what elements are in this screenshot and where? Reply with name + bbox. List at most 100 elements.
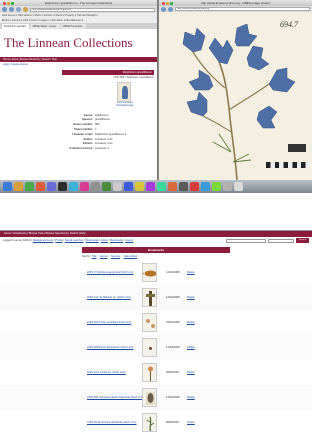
tab-delphinium[interactable]: Delphinium grandifl...: [2, 24, 30, 29]
sort-controls: Sort by: Title| Genus| Species| Date add…: [82, 255, 138, 258]
bookmark-title-link[interactable]: LINN 591 Cyprinus carpio fragments (Fish…: [87, 396, 144, 399]
bookmark-thumbnail[interactable]: [142, 363, 157, 382]
page-gap: [0, 193, 312, 230]
bookmarks-link[interactable]: Bookmarks: [86, 239, 99, 242]
back-icon[interactable]: [161, 6, 166, 12]
bookmark-title-link[interactable]: LINN 2093 Acer hyracancum (Ins Linn): [87, 346, 133, 349]
bookmark-title-link[interactable]: LINN 414.4a Silicium sp. (Herb Linn): [87, 296, 131, 299]
logout-link[interactable]: Logout: [125, 239, 133, 242]
delete-link[interactable]: Delete: [187, 396, 195, 399]
manage-accounts-link[interactable]: Manage accounts: [33, 239, 53, 242]
browser-toolbar: http://www.linnean-online.org/6353/: [0, 6, 157, 13]
bookmark-row: LINN 09.33 Justicia adhatoda (Herb Linn)…: [0, 410, 312, 432]
tab-oboe-slides[interactable]: OBOE Slides - Goog...: [30, 24, 60, 29]
sort-species-link[interactable]: Species: [111, 255, 120, 258]
dock-app-icon[interactable]: [102, 182, 111, 191]
bookmark-title-link[interactable]: LINN 09.33 Justicia adhatoda (Herb Linn): [87, 421, 136, 424]
dock-app-icon[interactable]: [201, 182, 210, 191]
image-viewer-window: http://www.linnean-online.org - OBES Ima…: [158, 0, 312, 180]
delphinium-specimen-image[interactable]: [159, 12, 312, 180]
bookmark-thumbnail[interactable]: [142, 313, 157, 332]
dock-app-icon[interactable]: [223, 182, 232, 191]
back-icon[interactable]: [2, 7, 7, 12]
sheet-number: 694.7: [280, 20, 298, 29]
search-scope-select[interactable]: [268, 238, 294, 243]
mac-dock: [0, 180, 312, 193]
url-field[interactable]: http://www.linnean-online.org/6353/: [30, 7, 155, 12]
sort-label: Sort by:: [82, 255, 91, 258]
sort-date-link[interactable]: Date added: [124, 255, 137, 258]
bookmark-thumbnail[interactable]: [142, 388, 157, 407]
plant-thumbnail-icon: [146, 319, 155, 328]
dock-app-icon[interactable]: [135, 182, 144, 191]
tab-oboe-presentation[interactable]: OBOE Presentati...: [60, 24, 86, 29]
specimen-thumbnail[interactable]: [117, 82, 131, 102]
bookmark-thumbnail[interactable]: [142, 413, 157, 432]
dock-app-icon[interactable]: [113, 182, 122, 191]
delete-link[interactable]: Delete: [187, 271, 195, 274]
dock-app-icon[interactable]: [146, 182, 155, 191]
saved-searches-link[interactable]: Saved searches: [65, 239, 84, 242]
delete-link[interactable]: Delete: [187, 346, 195, 349]
dock-app-icon[interactable]: [47, 182, 56, 191]
user-line: Logged in as Ian Gifford | Manage accoun…: [0, 237, 312, 244]
bookmark-date: 14/02/2008: [166, 396, 180, 399]
fish-thumbnail-icon: [143, 270, 156, 277]
bookmark-date: 14/02/2008: [166, 271, 180, 274]
search-input[interactable]: [226, 238, 266, 243]
thumbnail-caption[interactable]: Click to enlarge. Download image: [112, 102, 138, 108]
bookmark-date: 14/02/2008: [166, 296, 180, 299]
dock-app-icon[interactable]: [212, 182, 221, 191]
delete-link[interactable]: Delete: [187, 296, 195, 299]
bookmark-title-link[interactable]: LINN 267A Aloe perfoliata (Fish Linn): [87, 321, 131, 324]
bookmark-date: 28/05/2007: [166, 371, 180, 374]
bookmark-date: 08/05/2007: [166, 421, 180, 424]
bookmark-list: LINN 72 Verbena lapponica (Fish Linn) 14…: [0, 260, 312, 432]
browser-window-title: Delphinium grandiflorum - The Linnean Co…: [44, 1, 113, 5]
dock-app-icon[interactable]: [3, 182, 12, 191]
dock-app-icon[interactable]: [14, 182, 23, 191]
delete-link[interactable]: Delete: [187, 371, 195, 374]
sort-genus-link[interactable]: Genus: [100, 255, 108, 258]
bookmark-title-link[interactable]: LINN 23.2 Cistus sp. (Herb Linn): [87, 371, 126, 374]
bookmark-row: LINN 267A Aloe perfoliata (Fish Linn) 23…: [0, 310, 312, 335]
forward-icon[interactable]: [168, 6, 173, 12]
dock-app-icon[interactable]: [179, 182, 188, 191]
forward-icon[interactable]: [9, 7, 14, 12]
dock-app-icon[interactable]: [25, 182, 34, 191]
dock-app-icon[interactable]: [69, 182, 78, 191]
dock-app-icon[interactable]: [80, 182, 89, 191]
bookmarks-link-2[interactable]: Bookmarks: [110, 239, 123, 242]
delete-link[interactable]: Delete: [187, 421, 195, 424]
bookmark-thumbnail[interactable]: [142, 288, 157, 307]
dock-app-icon[interactable]: [58, 182, 67, 191]
bookmark-row: LINN 2093 Acer hyracancum (Ins Linn) 17/…: [0, 335, 312, 360]
bookmark-thumbnail[interactable]: [142, 263, 157, 282]
profile-link[interactable]: Profile: [55, 239, 62, 242]
dock-app-icon[interactable]: [190, 182, 199, 191]
trash-icon[interactable]: [234, 182, 243, 191]
bookmark-title-link[interactable]: LINN 72 Verbena lapponica (Fish Linn): [87, 271, 133, 274]
search-button[interactable]: Search: [296, 238, 309, 243]
reload-icon[interactable]: [16, 7, 21, 12]
dock-app-icon[interactable]: [157, 182, 166, 191]
dock-app-icon[interactable]: [168, 182, 177, 191]
delete-link[interactable]: Delete: [187, 321, 195, 324]
home-icon[interactable]: [23, 7, 28, 12]
record-metadata-table: Genus: Delphinium Species: grandiflorum Ge…: [50, 113, 127, 151]
browser-window: Delphinium grandiflorum - The Linnean Co…: [0, 0, 158, 180]
linnean-record-screenshot: Delphinium grandiflorum - The Linnean Co…: [0, 0, 312, 193]
viewer-url-field[interactable]: http://www.linnean-online.org: [175, 7, 310, 11]
admin-link[interactable]: Admin: [101, 239, 108, 242]
dock-app-icon[interactable]: [36, 182, 45, 191]
meta-value: Linnaeus, C.: [95, 147, 111, 151]
plant-thumbnail-icon: [146, 416, 155, 431]
bookmark-thumbnail[interactable]: [142, 338, 157, 357]
bookmarks-screenshot: Home | Introduction | Browse Taxa | Brow…: [0, 230, 312, 432]
login-links[interactable]: Login | Create Account: [0, 62, 157, 67]
record-heading: Delphinium grandiflorum: [62, 70, 154, 75]
dock-app-icon[interactable]: [91, 182, 100, 191]
herbarium-stamp: [288, 144, 306, 152]
meta-row: Collection history: Linnaeus, C.: [50, 146, 127, 151]
dock-app-icon[interactable]: [124, 182, 133, 191]
